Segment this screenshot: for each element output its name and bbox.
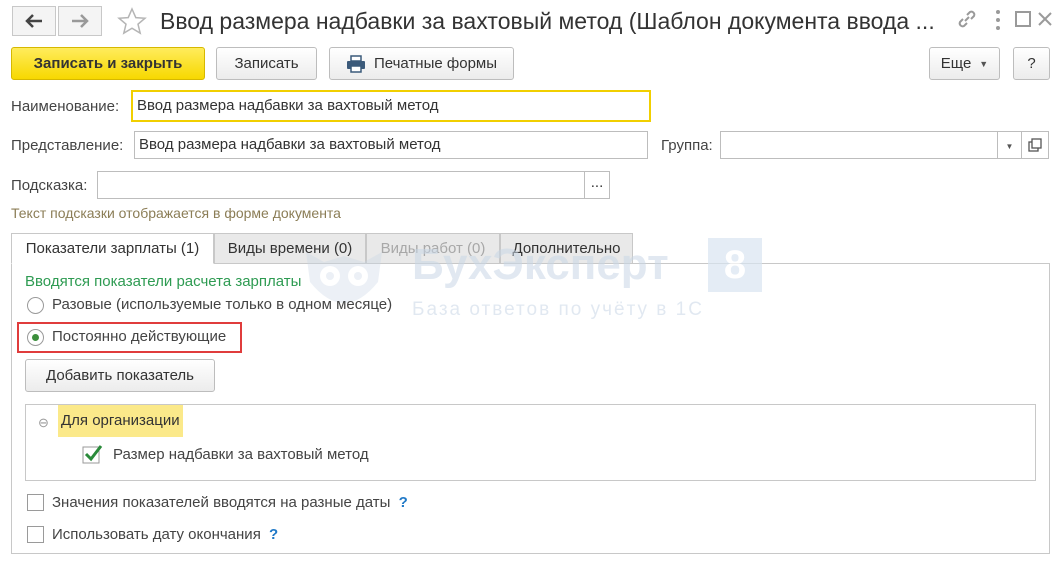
radio-permanent-label[interactable]: Постоянно действующие	[52, 328, 226, 345]
different-dates-checkbox[interactable]	[27, 494, 44, 511]
group-label: Группа:	[661, 137, 713, 154]
back-button[interactable]	[12, 6, 56, 36]
print-forms-button[interactable]: Печатные формы	[329, 47, 514, 80]
tab-salary-indicators[interactable]: Показатели зарплаты (1)	[11, 233, 214, 264]
radio-once[interactable]	[27, 297, 44, 314]
printer-icon	[346, 54, 365, 73]
different-dates-text: Значения показателей вводятся на разные …	[52, 494, 391, 511]
help-question-icon[interactable]: ?	[269, 526, 278, 543]
section-title: Вводятся показатели расчета зарплаты	[25, 273, 302, 290]
hint-select-button[interactable]: ...	[584, 171, 610, 199]
favorite-button[interactable]	[117, 7, 147, 39]
checkmark-icon	[82, 445, 103, 464]
presentation-label: Представление:	[11, 137, 124, 154]
radio-permanent[interactable]	[27, 329, 44, 346]
more-button[interactable]: Еще ▼	[929, 47, 1000, 80]
end-date-text: Использовать дату окончания	[52, 526, 261, 543]
radio-selected-dot	[32, 334, 39, 341]
group-open-button[interactable]	[1021, 131, 1049, 159]
item-label[interactable]: Размер надбавки за вахтовый метод	[113, 446, 369, 463]
presentation-input[interactable]: Ввод размера надбавки за вахтовый метод	[134, 131, 648, 159]
hint-note: Текст подсказки отображается в форме док…	[11, 205, 341, 221]
group-row[interactable]: Для организации	[58, 405, 183, 437]
name-label: Наименование:	[11, 98, 120, 115]
name-input[interactable]: Ввод размера надбавки за вахтовый метод	[131, 90, 651, 122]
end-date-checkbox[interactable]	[27, 526, 44, 543]
watermark-brand: БухЭксперт	[412, 240, 669, 289]
more-label: Еще	[940, 55, 972, 72]
maximize-icon[interactable]	[1014, 10, 1032, 33]
watermark-digit-box: 8	[708, 238, 762, 292]
radio-once-label[interactable]: Разовые (используемые только в одном мес…	[52, 296, 392, 313]
item-checkbox[interactable]	[82, 444, 104, 468]
window-title: Ввод размера надбавки за вахтовый метод …	[160, 8, 935, 34]
group-select[interactable]	[720, 131, 998, 159]
hint-input[interactable]	[97, 171, 585, 199]
add-indicator-button[interactable]: Добавить показатель	[25, 359, 215, 392]
arrow-right-icon	[72, 14, 89, 28]
star-icon	[117, 7, 147, 35]
dropdown-arrow-icon: ▼	[979, 58, 989, 69]
end-date-label[interactable]: Использовать дату окончания ?	[52, 526, 278, 543]
dropdown-arrow-icon: ▼	[1005, 142, 1014, 151]
save-and-close-button[interactable]: Записать и закрыть	[11, 47, 205, 80]
hint-label: Подсказка:	[11, 177, 88, 194]
close-icon[interactable]	[1036, 10, 1054, 33]
open-icon	[1028, 138, 1042, 152]
watermark-tagline: База ответов по учёту в 1С	[412, 299, 704, 320]
print-forms-label: Печатные формы	[373, 55, 498, 72]
collapse-icon[interactable]: ⊖	[38, 415, 49, 431]
arrow-left-icon	[25, 14, 42, 28]
save-button[interactable]: Записать	[216, 47, 317, 80]
watermark-digit: 8	[723, 242, 747, 287]
link-icon[interactable]	[956, 8, 978, 35]
more-vertical-icon[interactable]	[994, 9, 1002, 36]
forward-button[interactable]	[58, 6, 102, 36]
different-dates-label[interactable]: Значения показателей вводятся на разные …	[52, 494, 408, 511]
help-button[interactable]: ?	[1013, 47, 1050, 80]
help-question-icon[interactable]: ?	[399, 494, 408, 511]
group-dropdown-button[interactable]: ▼	[997, 131, 1022, 159]
